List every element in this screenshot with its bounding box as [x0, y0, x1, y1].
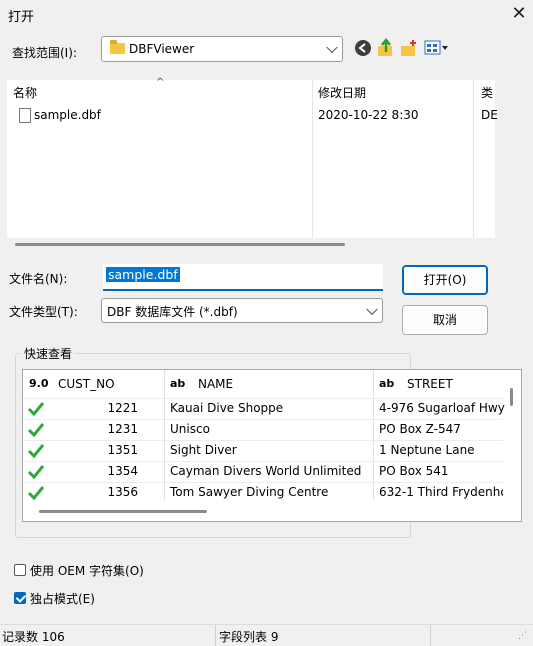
- column-header-cust-no[interactable]: CUST_NO: [58, 370, 115, 398]
- cell-name: Kauai Dive Shoppe: [170, 401, 284, 415]
- type-badge-number: 9.0: [29, 377, 49, 390]
- preview-grid[interactable]: 9.0 CUST_NO ab NAME ab STREET 1221 Kauai…: [22, 369, 522, 522]
- status-bar: 记录数 106 字段列表 9 ⋰: [0, 624, 533, 646]
- filetype-value: DBF 数据库文件 (*.dbf): [107, 305, 238, 319]
- table-row[interactable]: 1351 Sight Diver 1 Neptune Lane: [23, 440, 503, 461]
- file-list-hscrollbar[interactable]: [15, 243, 345, 246]
- document-icon: [19, 108, 31, 123]
- preview-title: 快速查看: [21, 345, 76, 362]
- filename-label: 文件名(N):: [9, 272, 68, 286]
- exclusive-label: 独占模式(E): [30, 592, 95, 606]
- cell-name: Tom Sawyer Diving Centre: [170, 485, 329, 499]
- back-arrow-icon: [355, 40, 371, 56]
- resize-grip-icon[interactable]: ⋰: [518, 631, 527, 641]
- cancel-button[interactable]: 取消: [402, 305, 488, 335]
- filetype-label: 文件类型(T):: [9, 305, 78, 319]
- column-header-street[interactable]: STREET: [407, 370, 453, 398]
- table-row[interactable]: 1221 Kauai Dive Shoppe 4-976 Sugarloaf H…: [23, 398, 505, 419]
- oem-checkbox[interactable]: [14, 564, 26, 576]
- exclusive-checkbox[interactable]: [14, 592, 26, 604]
- cell-cust-no: 1231: [107, 422, 138, 436]
- column-header-date[interactable]: 修改日期: [318, 84, 366, 101]
- filetype-combo[interactable]: DBF 数据库文件 (*.dbf): [101, 298, 383, 323]
- table-row[interactable]: 1354 Cayman Divers World Unlimited PO Bo…: [23, 461, 503, 482]
- check-icon: [27, 465, 45, 480]
- new-folder-icon: [401, 40, 416, 56]
- table-row[interactable]: 1231 Unisco PO Box Z-547: [23, 419, 503, 440]
- grid-hscrollbar[interactable]: [39, 510, 207, 513]
- status-field-list: 字段列表 9: [219, 630, 279, 644]
- column-header-name[interactable]: NAME: [198, 370, 233, 398]
- chevron-down-icon: [326, 41, 338, 54]
- cell-street: PO Box Z-547: [379, 422, 461, 436]
- cell-cust-no: 1356: [107, 485, 138, 499]
- cell-cust-no: 1354: [107, 464, 138, 478]
- view-menu-button[interactable]: [424, 39, 450, 57]
- check-icon: [27, 423, 45, 438]
- column-header-type[interactable]: 类: [481, 84, 493, 101]
- type-badge-text: ab: [170, 377, 186, 390]
- sort-ascending-icon: ^: [156, 77, 165, 88]
- cell-name: Sight Diver: [170, 443, 237, 457]
- grid-vscrollbar[interactable]: [510, 388, 513, 406]
- column-header-name[interactable]: 名称: [13, 84, 37, 101]
- lookin-combo[interactable]: DBFViewer: [101, 36, 343, 62]
- up-folder-icon: [378, 37, 392, 56]
- close-button[interactable]: ✕: [508, 3, 530, 25]
- oem-label: 使用 OEM 字符集(O): [30, 564, 144, 578]
- cell-name: Unisco: [170, 422, 210, 436]
- file-type: DE: [481, 108, 498, 122]
- cell-street: 4-976 Sugarloaf Hwy: [379, 401, 505, 415]
- lookin-value: DBFViewer: [129, 42, 195, 56]
- cell-cust-no: 1351: [107, 443, 138, 457]
- back-button[interactable]: [354, 39, 372, 57]
- status-record-count: 记录数 106: [2, 630, 65, 644]
- file-list[interactable]: ^ 名称 修改日期 类 sample.dbf 2020-10-22 8:30 D…: [7, 77, 498, 238]
- oem-charset-option[interactable]: 使用 OEM 字符集(O): [14, 562, 214, 578]
- cell-street: 632-1 Third Frydenho: [379, 485, 503, 499]
- new-folder-button[interactable]: [400, 38, 418, 58]
- folder-icon: [110, 40, 125, 54]
- cell-cust-no: 1221: [107, 401, 138, 415]
- check-icon: [27, 402, 45, 417]
- exclusive-mode-option[interactable]: 独占模式(E): [14, 590, 214, 606]
- cell-street: 1 Neptune Lane: [379, 443, 475, 457]
- up-folder-button[interactable]: [377, 37, 395, 58]
- file-name: sample.dbf: [34, 108, 101, 122]
- filename-value: sample.dbf: [106, 267, 180, 282]
- file-row[interactable]: sample.dbf 2020-10-22 8:30 DE: [7, 105, 498, 127]
- cell-street: PO Box 541: [379, 464, 449, 478]
- cell-name: Cayman Divers World Unlimited: [170, 464, 362, 478]
- table-row[interactable]: 1356 Tom Sawyer Diving Centre 632-1 Thir…: [23, 482, 503, 503]
- chevron-down-icon: [366, 303, 378, 315]
- check-icon: [27, 444, 45, 459]
- file-date: 2020-10-22 8:30: [318, 108, 419, 122]
- lookin-label: 查找范围(I):: [12, 46, 77, 60]
- check-icon: [27, 486, 45, 501]
- open-button[interactable]: 打开(O): [402, 265, 488, 295]
- view-grid-icon: [424, 40, 448, 55]
- dialog-title: 打开: [8, 10, 35, 25]
- filename-input[interactable]: sample.dbf: [103, 264, 383, 291]
- type-badge-text: ab: [379, 377, 395, 390]
